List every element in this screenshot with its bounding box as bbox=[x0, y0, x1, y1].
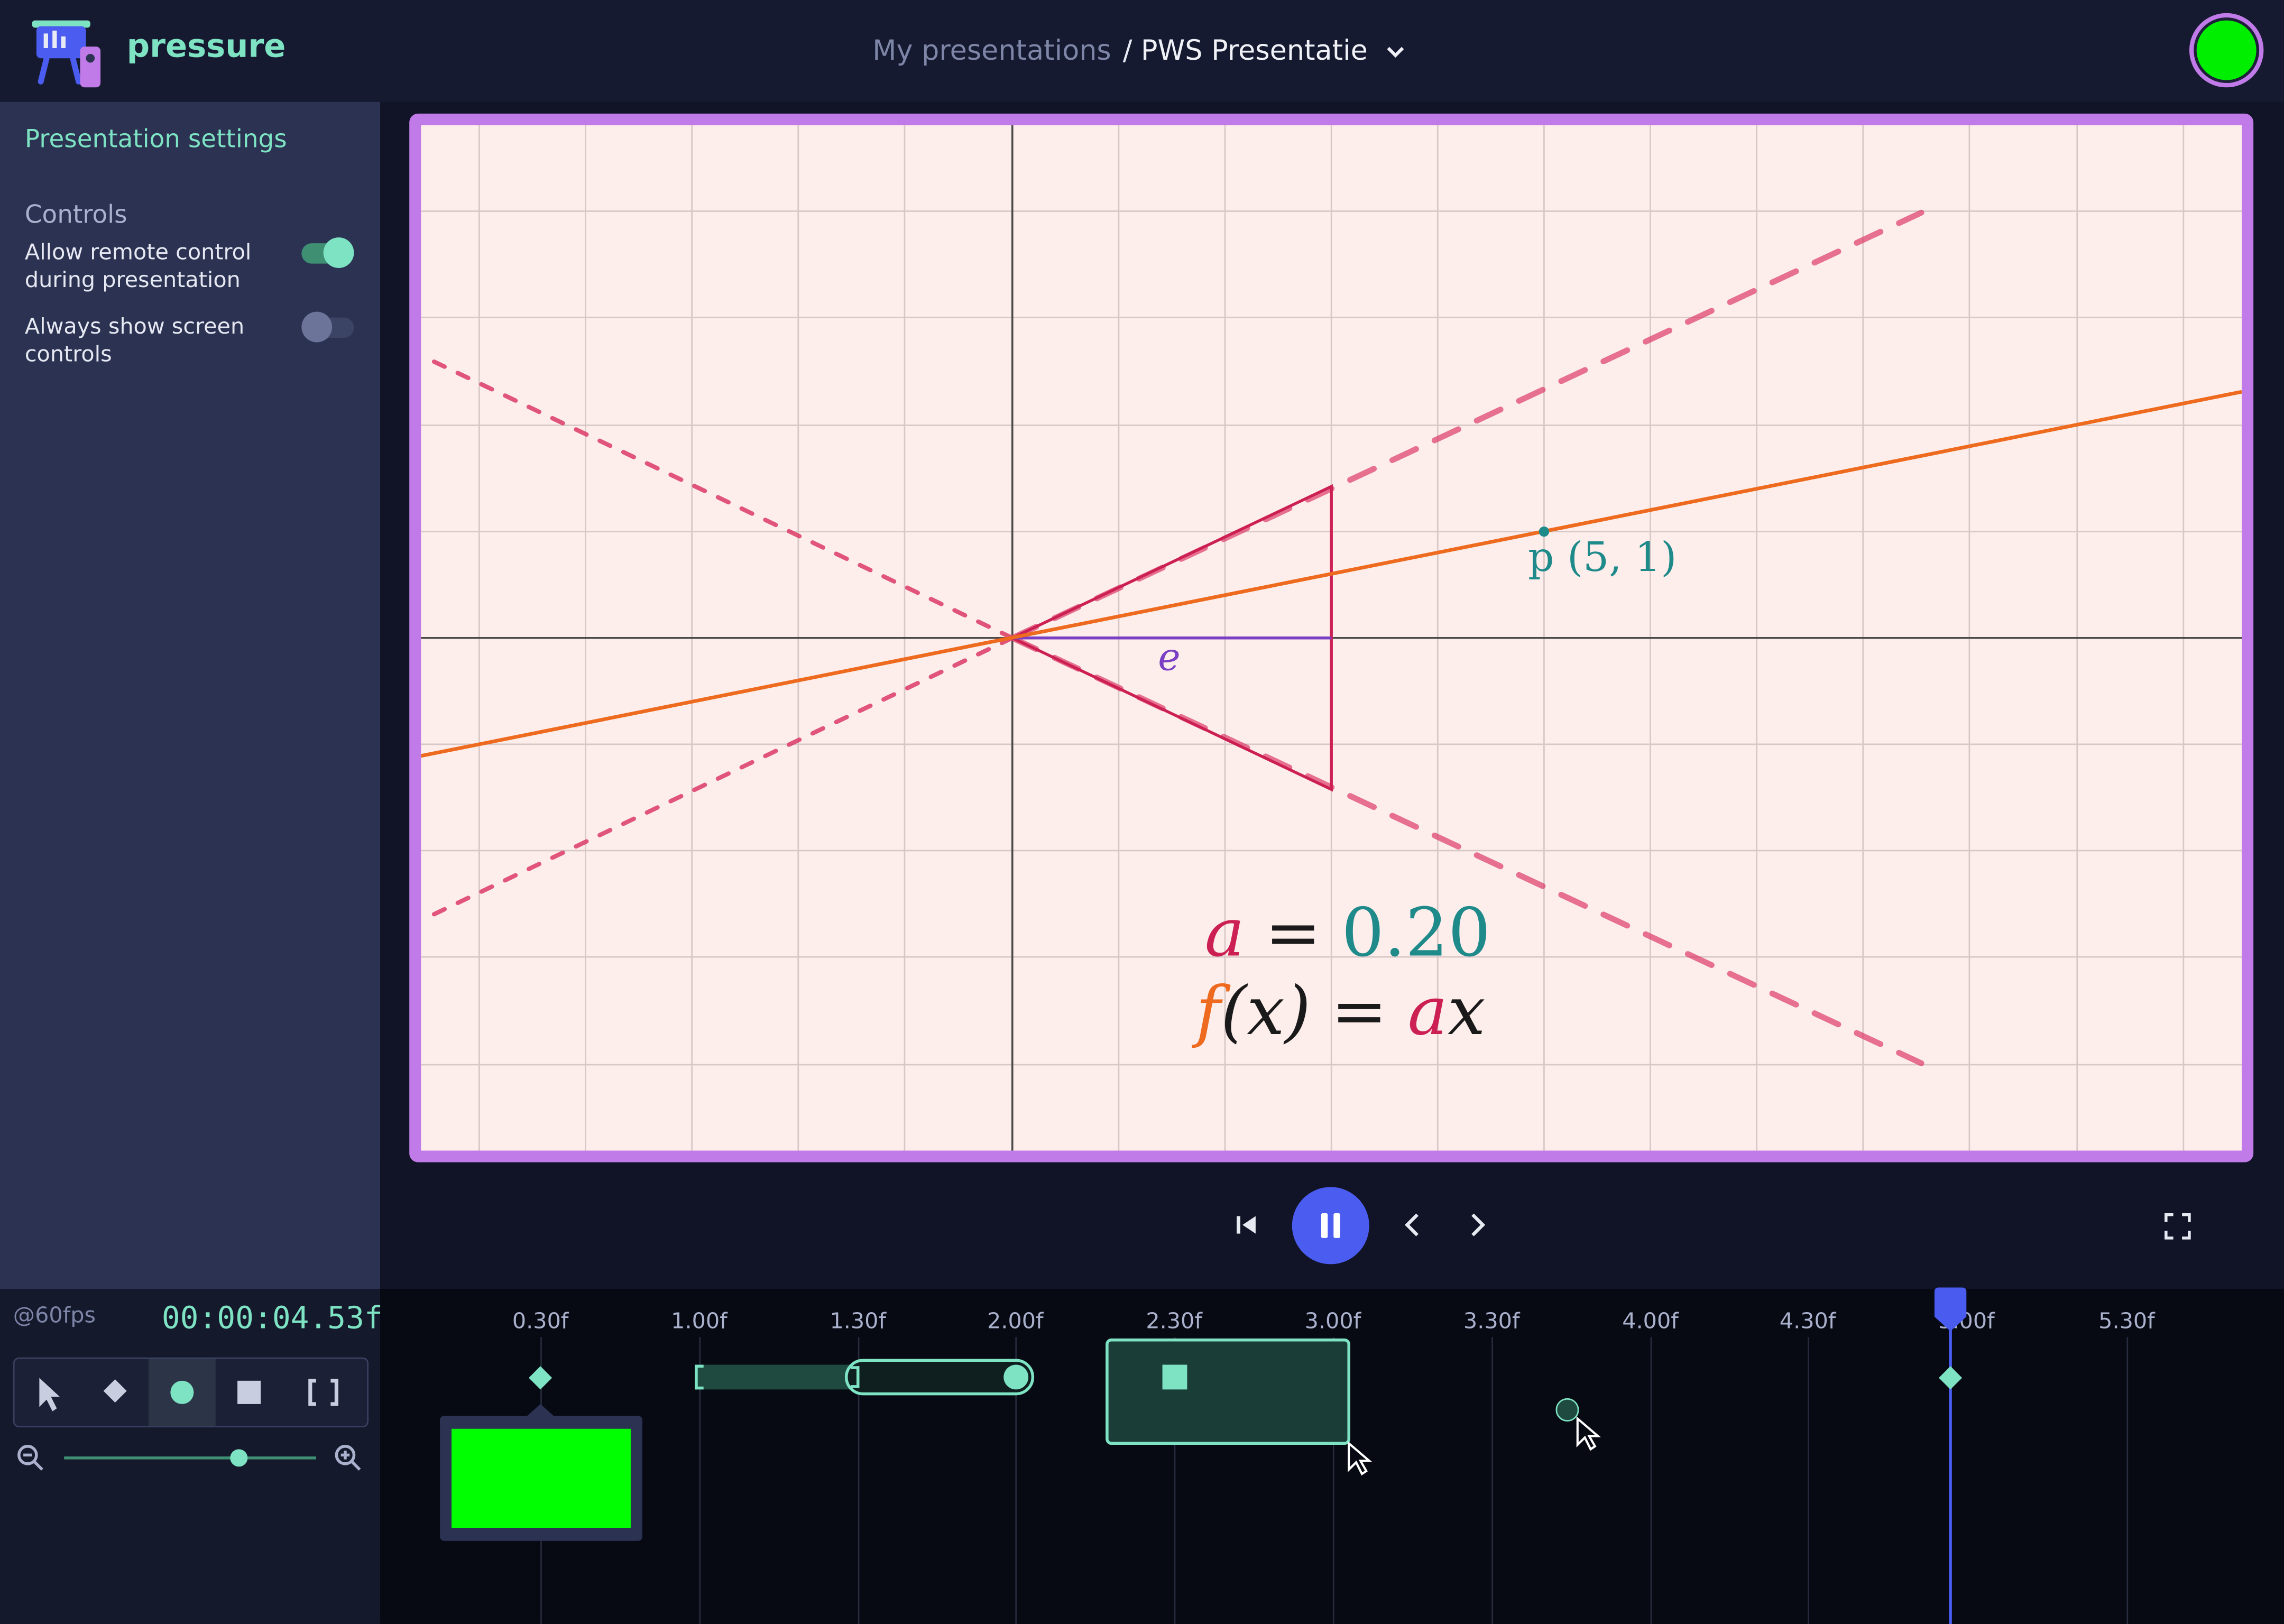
zoom-slider-handle[interactable] bbox=[230, 1449, 248, 1467]
circle-tool-button[interactable] bbox=[149, 1359, 216, 1426]
pause-button[interactable] bbox=[1292, 1187, 1369, 1265]
tick-label: 1.00f bbox=[671, 1308, 727, 1334]
range-end-bracket[interactable] bbox=[850, 1366, 860, 1388]
keyframe-preview bbox=[440, 1404, 642, 1547]
presentation-title-dropdown[interactable]: PWS Presentatie bbox=[1141, 35, 1368, 67]
tick-line bbox=[2126, 1337, 2129, 1624]
zoom-in-icon[interactable] bbox=[334, 1443, 363, 1478]
breadcrumb-parent-link[interactable]: My presentations bbox=[872, 35, 1111, 67]
skip-to-start-icon[interactable] bbox=[1232, 1210, 1261, 1245]
tick-label: 2.00f bbox=[987, 1308, 1044, 1334]
timeline-range-clip[interactable] bbox=[695, 1364, 855, 1390]
diamond-icon bbox=[103, 1379, 127, 1403]
user-avatar[interactable] bbox=[2194, 17, 2260, 84]
keyframe-diamond[interactable] bbox=[1937, 1365, 1964, 1397]
pause-icon bbox=[1321, 1213, 1340, 1238]
breadcrumb-separator: / bbox=[1122, 35, 1132, 67]
slide-canvas[interactable]: p (5, 1) e a = 0.20 f(x) = ax bbox=[419, 125, 2242, 1151]
tick-label: 1.30f bbox=[830, 1308, 887, 1334]
select-tool-button[interactable] bbox=[15, 1359, 82, 1426]
range-start-bracket[interactable] bbox=[695, 1364, 704, 1390]
keyframe-tool-button[interactable] bbox=[81, 1359, 149, 1426]
tick-label: 4.00f bbox=[1622, 1308, 1679, 1334]
controls-section-heading: Controls bbox=[24, 201, 127, 230]
tick-line bbox=[1808, 1337, 1809, 1624]
square-icon bbox=[237, 1380, 261, 1404]
tick-label: 0.30f bbox=[512, 1308, 569, 1334]
tick-label: 4.30f bbox=[1779, 1308, 1836, 1334]
keyframe-diamond[interactable] bbox=[527, 1365, 554, 1397]
selection-marquee[interactable] bbox=[1106, 1338, 1350, 1445]
screen-controls-toggle[interactable] bbox=[301, 311, 354, 343]
tick-label: 2.30f bbox=[1146, 1308, 1202, 1334]
svg-text:f(x)=ax: f(x) = ax bbox=[1192, 972, 1486, 1050]
square-tool-button[interactable] bbox=[216, 1359, 283, 1426]
presentation-easel-icon[interactable] bbox=[29, 15, 105, 90]
chevron-down-icon[interactable] bbox=[1385, 45, 1406, 60]
zoom-slider-track[interactable] bbox=[64, 1456, 316, 1460]
mouse-cursor-icon bbox=[1574, 1416, 1601, 1460]
range-end-handle[interactable] bbox=[1003, 1364, 1029, 1390]
tick-line bbox=[1491, 1337, 1493, 1624]
point-label: p (5, 1) bbox=[1528, 533, 1677, 581]
screen-controls-label: Always show screen controls bbox=[24, 313, 245, 367]
sidebar-title: Presentation settings bbox=[24, 125, 287, 155]
equation-f: f(x) = ax bbox=[1192, 972, 1486, 1050]
tick-line bbox=[1650, 1337, 1652, 1624]
timecode: 00:00:04.53f bbox=[161, 1300, 383, 1336]
breadcrumb: My presentations / PWS Presentatie bbox=[872, 35, 1405, 67]
tick-label: 3.30f bbox=[1463, 1308, 1520, 1334]
chevron-left-icon[interactable] bbox=[1398, 1210, 1428, 1245]
circle-icon bbox=[170, 1380, 194, 1404]
playhead-handle[interactable] bbox=[1934, 1287, 1967, 1337]
toggle-knob bbox=[323, 237, 354, 268]
chevron-right-icon[interactable] bbox=[1462, 1210, 1491, 1245]
cursor-arrow-icon bbox=[39, 1378, 60, 1411]
app-name[interactable]: pressure bbox=[127, 29, 286, 66]
remote-control-label: Allow remote control during presentation bbox=[24, 238, 252, 293]
bracket-range-icon bbox=[308, 1379, 339, 1406]
remote-control-toggle[interactable] bbox=[301, 237, 354, 268]
tick-label: 5.30f bbox=[2098, 1308, 2155, 1334]
square-keyframe[interactable] bbox=[1162, 1364, 1187, 1390]
range-tool-button[interactable] bbox=[291, 1359, 358, 1426]
fps-label: @60fps bbox=[13, 1302, 96, 1328]
toggle-knob bbox=[301, 311, 333, 343]
fullscreen-icon[interactable] bbox=[2163, 1212, 2192, 1247]
zoom-out-icon[interactable] bbox=[16, 1443, 45, 1478]
segment-label: e bbox=[1158, 635, 1180, 679]
mouse-cursor-icon bbox=[1346, 1441, 1373, 1484]
timeline-tool-group bbox=[13, 1357, 369, 1427]
tick-label: 3.00f bbox=[1304, 1308, 1361, 1334]
slide-graphic: p (5, 1) e a = 0.20 f(x) = ax bbox=[419, 125, 2242, 1151]
